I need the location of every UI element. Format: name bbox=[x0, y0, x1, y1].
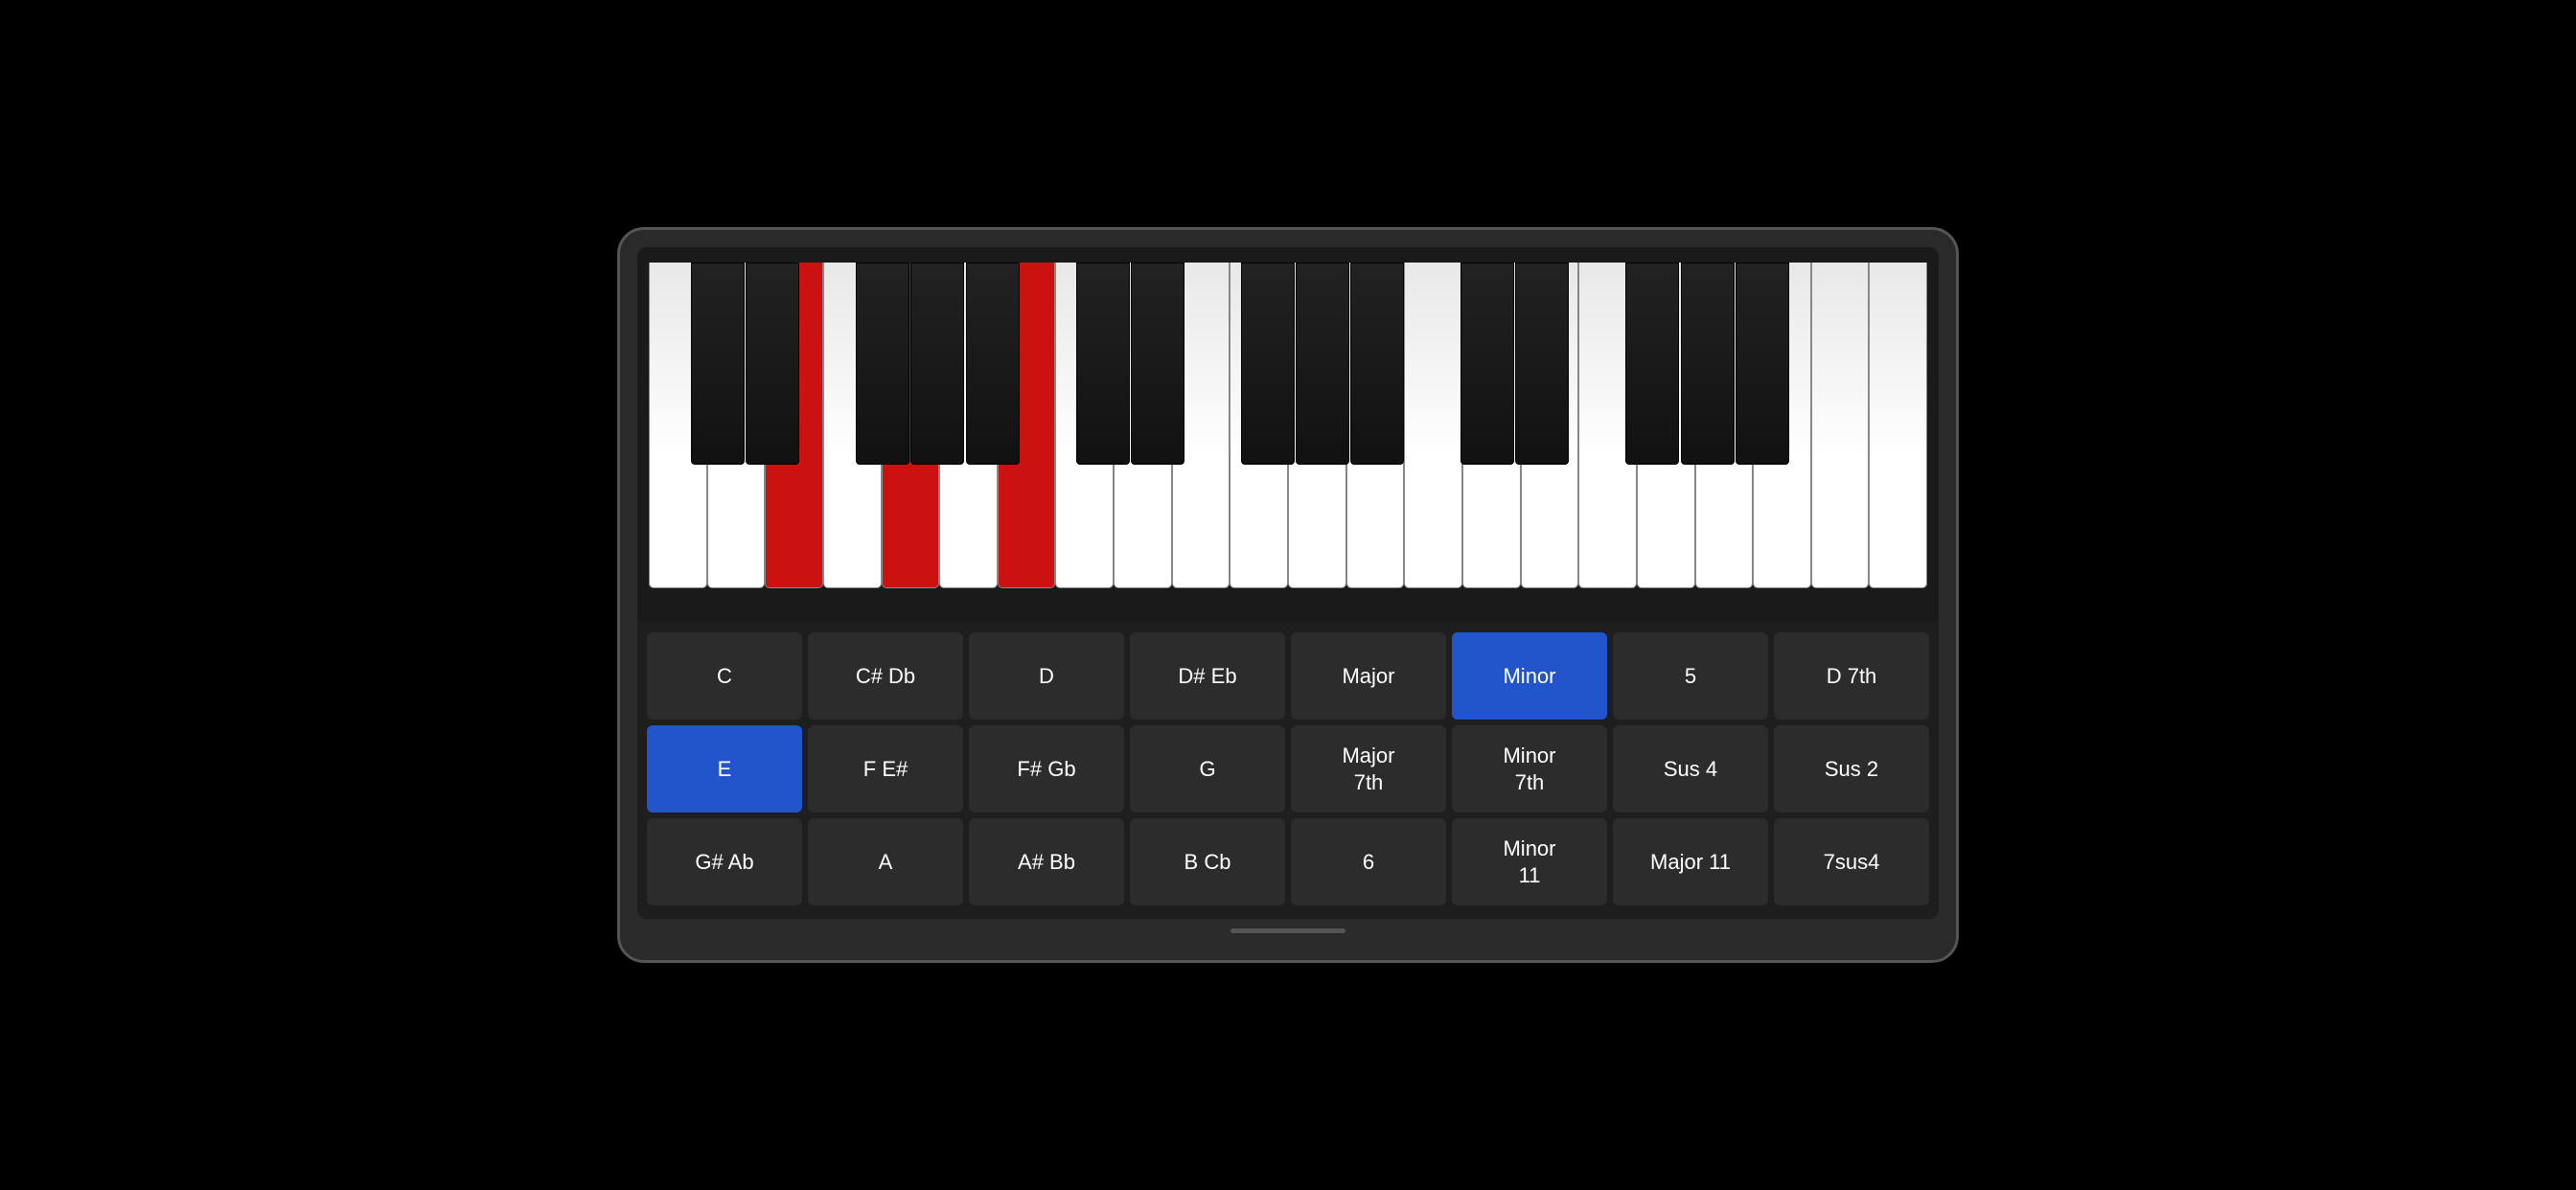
chord-btn-Major_11[interactable]: Major 11 bbox=[1613, 818, 1768, 905]
chord-btn-F_E#[interactable]: F E# bbox=[808, 725, 963, 812]
chord-btn-D#_Eb[interactable]: D# Eb bbox=[1130, 632, 1285, 720]
chord-btn-7sus4[interactable]: 7sus4 bbox=[1774, 818, 1929, 905]
chord-btn-Major_7th[interactable]: Major7th bbox=[1291, 725, 1446, 812]
chord-btn-Minor[interactable]: Minor bbox=[1452, 632, 1607, 720]
chord-btn-C[interactable]: C bbox=[647, 632, 802, 720]
black-key-F#2[interactable] bbox=[1241, 263, 1295, 465]
black-key-A#2[interactable] bbox=[1350, 263, 1404, 465]
chord-btn-Sus_4[interactable]: Sus 4 bbox=[1613, 725, 1768, 812]
chord-btn-D_7th[interactable]: D 7th bbox=[1774, 632, 1929, 720]
piano-keyboard[interactable] bbox=[649, 263, 1927, 588]
chord-btn-6[interactable]: 6 bbox=[1291, 818, 1446, 905]
white-key-C4[interactable] bbox=[1869, 263, 1927, 588]
black-key-C#[interactable] bbox=[691, 263, 745, 465]
black-key-F#[interactable] bbox=[856, 263, 909, 465]
chord-btn-A[interactable]: A bbox=[808, 818, 963, 905]
chord-btn-B_Cb[interactable]: B Cb bbox=[1130, 818, 1285, 905]
black-key-C#3[interactable] bbox=[1460, 263, 1514, 465]
black-key-A#[interactable] bbox=[966, 263, 1020, 465]
chord-btn-G[interactable]: G bbox=[1130, 725, 1285, 812]
device-frame: CC# DbDD# EbMajorMinor5D 7thEF E#F# GbGM… bbox=[617, 227, 1959, 963]
chord-btn-F#_Gb[interactable]: F# Gb bbox=[969, 725, 1124, 812]
black-key-D#[interactable] bbox=[746, 263, 799, 465]
black-key-G#[interactable] bbox=[910, 263, 964, 465]
black-key-D#2[interactable] bbox=[1131, 263, 1184, 465]
chord-btn-5[interactable]: 5 bbox=[1613, 632, 1768, 720]
chord-btn-G#_Ab[interactable]: G# Ab bbox=[647, 818, 802, 905]
black-key-G#3[interactable] bbox=[1681, 263, 1735, 465]
black-key-D#3[interactable] bbox=[1515, 263, 1569, 465]
black-key-A#3[interactable] bbox=[1736, 263, 1789, 465]
chord-btn-E[interactable]: E bbox=[647, 725, 802, 812]
white-key-B2[interactable] bbox=[1404, 263, 1462, 588]
black-key-F#3[interactable] bbox=[1625, 263, 1679, 465]
chord-btn-Major[interactable]: Major bbox=[1291, 632, 1446, 720]
chord-btn-Minor_7th[interactable]: Minor7th bbox=[1452, 725, 1607, 812]
black-key-G#2[interactable] bbox=[1296, 263, 1349, 465]
chord-btn-A#_Bb[interactable]: A# Bb bbox=[969, 818, 1124, 905]
chord-btn-C#_Db[interactable]: C# Db bbox=[808, 632, 963, 720]
chord-btn-D[interactable]: D bbox=[969, 632, 1124, 720]
home-indicator bbox=[1230, 928, 1346, 933]
piano-container bbox=[637, 247, 1939, 621]
white-key-B3[interactable] bbox=[1811, 263, 1870, 588]
chord-button-panel: CC# DbDD# EbMajorMinor5D 7thEF E#F# GbGM… bbox=[637, 621, 1939, 919]
black-key-C#2[interactable] bbox=[1076, 263, 1130, 465]
chord-btn-Minor_11[interactable]: Minor11 bbox=[1452, 818, 1607, 905]
chord-btn-Sus_2[interactable]: Sus 2 bbox=[1774, 725, 1929, 812]
